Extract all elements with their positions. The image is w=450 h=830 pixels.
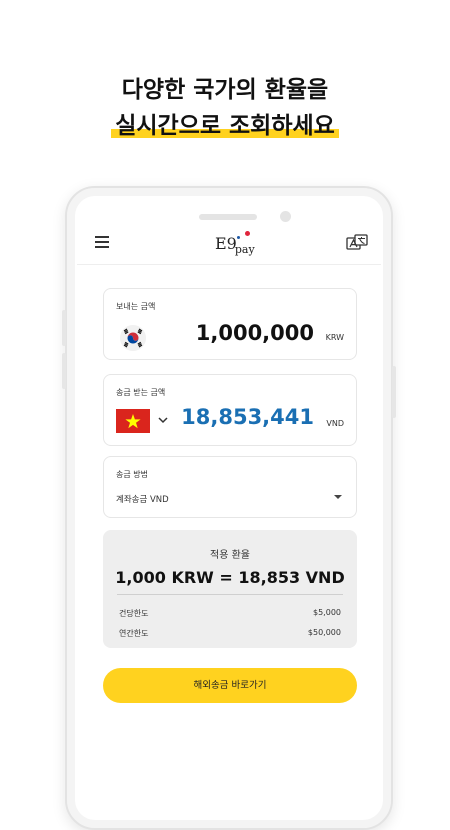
dropdown-arrow-icon[interactable] bbox=[334, 495, 342, 499]
power-button bbox=[392, 366, 396, 418]
method-label: 송금 방법 bbox=[116, 470, 148, 479]
rate-divider bbox=[117, 594, 343, 595]
per-transaction-value: $5,000 bbox=[313, 608, 341, 617]
logo-sub: pay bbox=[234, 243, 255, 256]
phone-camera bbox=[280, 211, 291, 222]
headline-line-2: 실시간으로 조회하세요 bbox=[0, 106, 450, 140]
logo-red-dot bbox=[245, 231, 250, 236]
receive-currency: VND bbox=[326, 419, 344, 428]
logo-blue-dot bbox=[237, 236, 240, 239]
send-amount-card[interactable]: 보내는 금액 1,000,000 KRW bbox=[103, 288, 357, 360]
overseas-remittance-button[interactable]: 해외송금 바로가기 bbox=[103, 668, 357, 703]
headline-line-2-text: 실시간으로 조회하세요 bbox=[115, 113, 335, 139]
send-amount-value[interactable]: 1,000,000 bbox=[196, 321, 314, 345]
korea-flag-icon bbox=[120, 325, 146, 351]
send-currency: KRW bbox=[325, 333, 344, 342]
phone-frame: E9pay 보내는 금액 1,000,000 KRW 송금 받는 금액 18,8… bbox=[62, 186, 396, 830]
phone-speaker bbox=[199, 214, 257, 220]
receive-amount-card[interactable]: 송금 받는 금액 18,853,441 VND bbox=[103, 374, 357, 446]
transfer-method-select[interactable]: 송금 방법 계좌송금 VND bbox=[103, 456, 357, 518]
e9pay-logo: E9pay bbox=[215, 231, 257, 256]
header-divider bbox=[77, 264, 381, 265]
volume-up-button bbox=[62, 310, 66, 346]
chevron-down-icon[interactable] bbox=[158, 417, 168, 424]
translate-icon[interactable] bbox=[346, 234, 368, 252]
logo-main: E9 bbox=[215, 234, 237, 253]
annual-label: 연간한도 bbox=[119, 629, 149, 638]
vietnam-flag-icon[interactable] bbox=[116, 409, 150, 433]
menu-icon[interactable] bbox=[95, 236, 109, 248]
receive-amount-value: 18,853,441 bbox=[181, 405, 314, 429]
method-value: 계좌송금 VND bbox=[116, 495, 169, 505]
volume-down-button bbox=[62, 353, 66, 389]
exchange-rate-panel: 적용 환율 1,000 KRW = 18,853 VND 건당한도 $5,000… bbox=[103, 530, 357, 648]
headline-line-1: 다양한 국가의 환율을 bbox=[121, 77, 329, 103]
receive-label: 송금 받는 금액 bbox=[116, 388, 166, 397]
per-transaction-label: 건당한도 bbox=[119, 609, 149, 618]
annual-value: $50,000 bbox=[307, 628, 341, 637]
send-label: 보내는 금액 bbox=[116, 302, 156, 311]
headline-highlight: 실시간으로 조회하세요 bbox=[111, 106, 339, 140]
rate-value: 1,000 KRW = 18,853 VND bbox=[115, 568, 345, 587]
rate-title: 적용 환율 bbox=[210, 550, 250, 561]
